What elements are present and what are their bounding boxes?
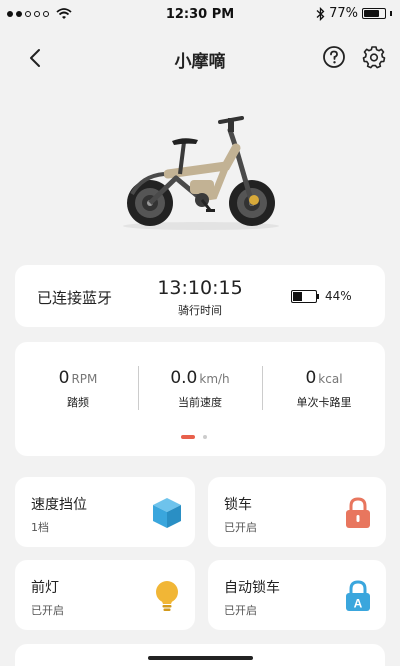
status-right: 77%: [316, 6, 392, 21]
battery-percent: 77%: [329, 6, 358, 21]
divider: [262, 366, 263, 410]
tile-status: 已开启: [31, 604, 64, 617]
ride-time-label: 骑行时间: [178, 304, 222, 317]
padlock-icon: [346, 497, 370, 528]
connection-card: 已连接蓝牙 13:10:15 骑行时间 44%: [15, 265, 385, 327]
nav-bar: 小摩嘀: [0, 40, 400, 76]
bike-battery: 44%: [291, 289, 352, 303]
bluetooth-icon: [316, 6, 325, 21]
speed-gear-tile[interactable]: 速度挡位 1档: [15, 477, 195, 547]
tile-status: 1档: [31, 521, 49, 534]
tile-title: 自动锁车: [224, 580, 280, 596]
auto-lock-icon: A: [346, 580, 370, 611]
calorie-metric: 0 kcal 单次卡路里: [264, 368, 384, 410]
status-bar: 12:30 PM 77%: [0, 0, 400, 30]
cube-icon: [153, 498, 181, 528]
headlight-tile[interactable]: 前灯 已开启: [15, 560, 195, 630]
metric-label: 踏频: [67, 396, 89, 409]
metric-label: 当前速度: [178, 396, 222, 409]
tile-title: 锁车: [224, 497, 252, 513]
battery-fill: [364, 10, 379, 17]
metric-unit: km/h: [199, 372, 230, 386]
battery-percent: 44%: [325, 289, 352, 303]
lightbulb-icon: [156, 581, 178, 611]
metric-value: 0: [58, 368, 70, 388]
battery-nub: [390, 11, 392, 16]
ride-time: 13:10:15: [157, 277, 243, 299]
metrics-card[interactable]: 0 RPM 踏频 0.0 km/h 当前速度 0 kcal 单次卡路里: [15, 342, 385, 456]
battery-icon: [291, 289, 317, 303]
question-circle-icon[interactable]: [322, 45, 346, 69]
battery-nub: [317, 293, 319, 299]
battery-icon: [362, 8, 386, 19]
metric-value: 0: [305, 368, 317, 388]
metric-unit: kcal: [318, 372, 343, 386]
next-row-peek: [15, 644, 385, 666]
connection-status: 已连接蓝牙: [37, 289, 113, 307]
metric-unit: RPM: [71, 372, 98, 386]
auto-lock-tile[interactable]: 自动锁车 已开启 A: [208, 560, 386, 630]
divider: [138, 366, 139, 410]
speed-metric: 0.0 km/h 当前速度: [140, 368, 260, 410]
bike-image: [123, 116, 279, 230]
tile-title: 前灯: [31, 580, 59, 596]
metric-value: 0.0: [170, 368, 198, 388]
home-indicator[interactable]: [148, 656, 253, 660]
page-dot[interactable]: [203, 435, 207, 439]
tile-status: 已开启: [224, 604, 257, 617]
battery-fill: [293, 291, 302, 301]
page-dot-active[interactable]: [181, 435, 195, 439]
tile-title: 速度挡位: [31, 497, 87, 513]
page-indicator[interactable]: [181, 435, 207, 439]
lock-tile[interactable]: 锁车 已开启: [208, 477, 386, 547]
cadence-metric: 0 RPM 踏频: [18, 368, 138, 410]
metric-label: 单次卡路里: [296, 396, 352, 409]
tile-status: 已开启: [224, 521, 257, 534]
auto-lock-badge: A: [354, 597, 363, 611]
gear-icon[interactable]: [362, 45, 386, 69]
